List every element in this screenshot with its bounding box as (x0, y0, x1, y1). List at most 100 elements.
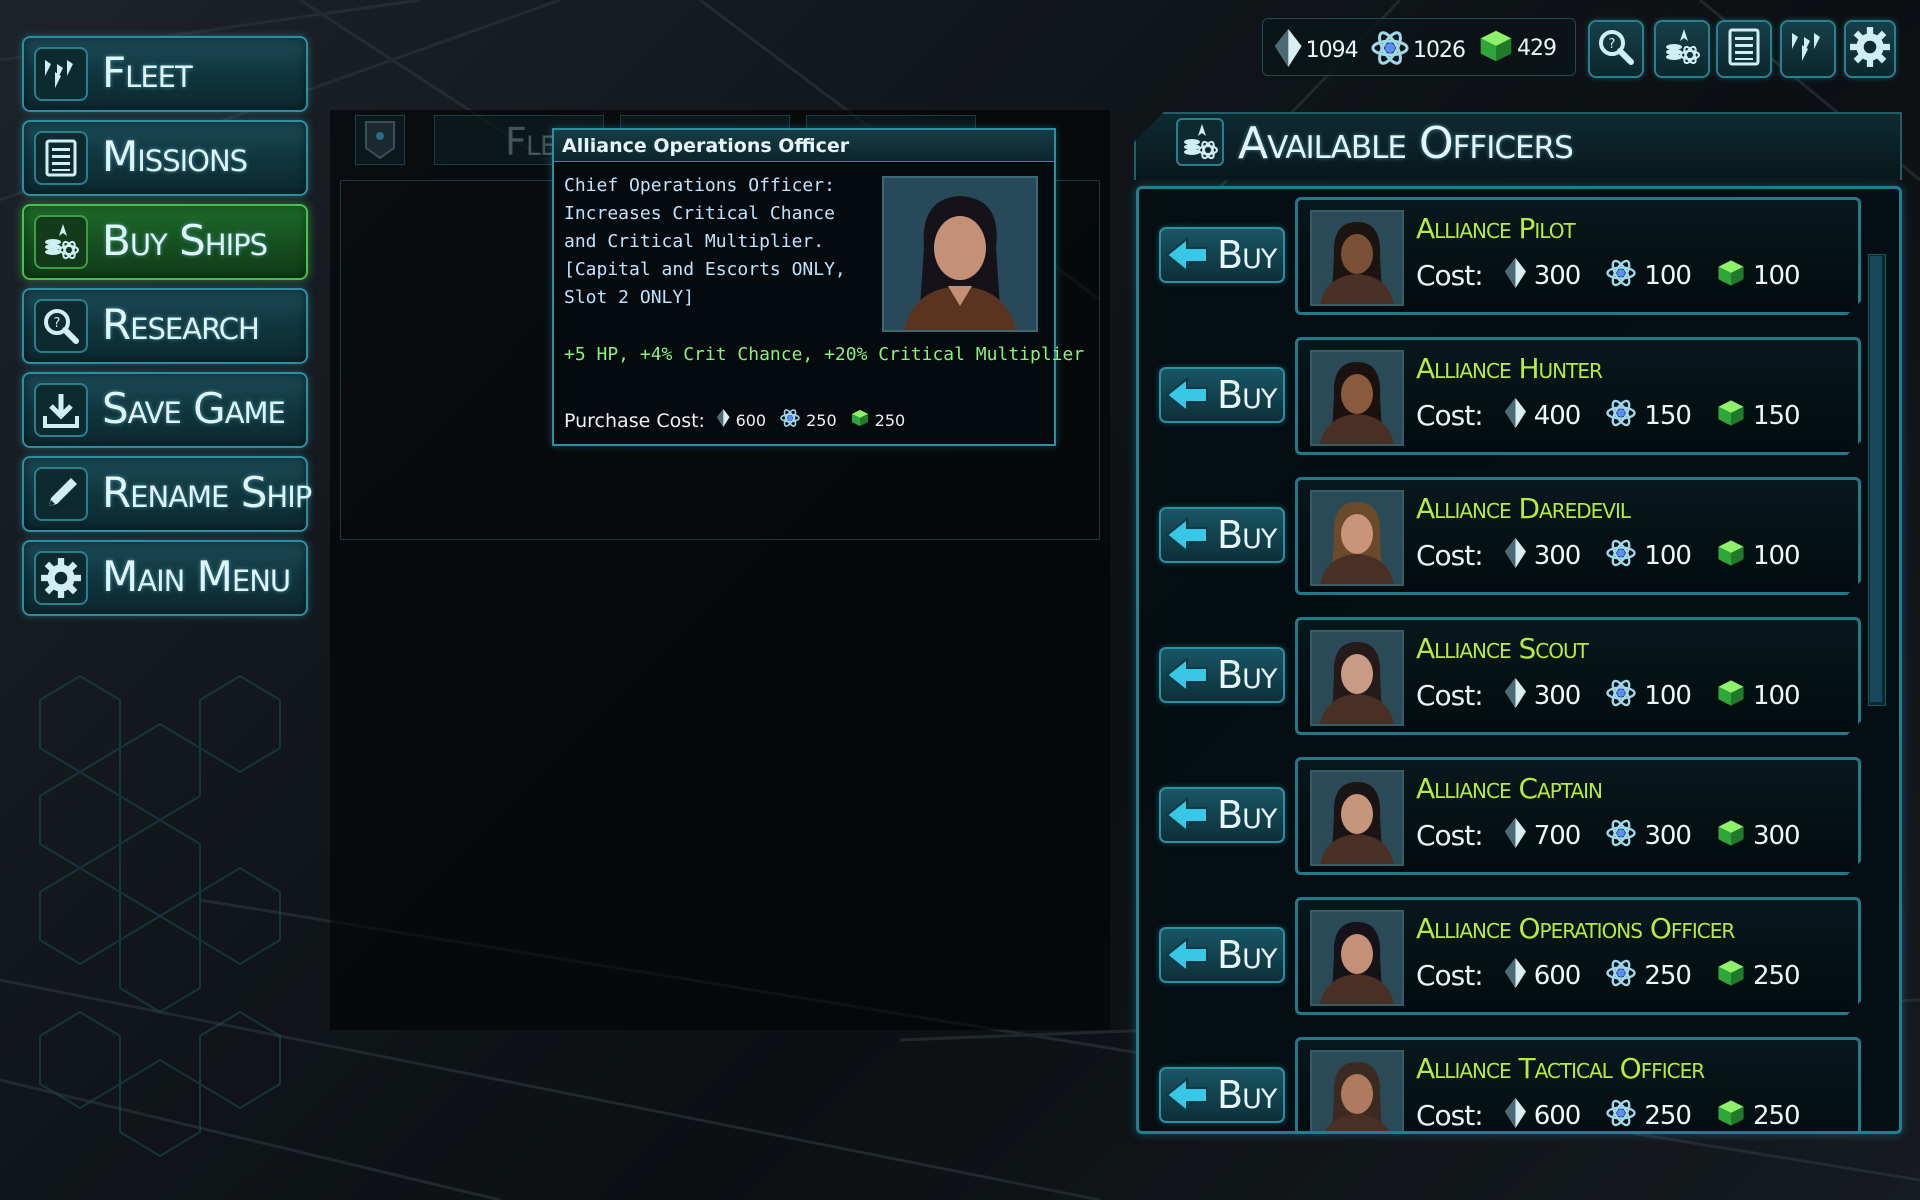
crystal-icon (1505, 538, 1526, 573)
officer-name: Alliance Scout (1416, 632, 1588, 665)
menu-button-label: Buy Ships (102, 216, 268, 265)
cube-icon (1717, 819, 1745, 852)
fleet-icon (1788, 27, 1828, 72)
officers-list: Buy Alliance Pilot Cost: 300 100 100 Buy Allian… (1136, 186, 1902, 1134)
arrow-left-icon (1165, 655, 1209, 695)
officer-card[interactable]: Alliance Captain Cost: 700 300 300 (1295, 757, 1861, 875)
cost-atom: 150 (1644, 400, 1691, 431)
cube-count: 429 (1517, 36, 1557, 61)
tooltip-bonus-stats: +5 HP, +4% Crit Chance, +20% Critical Mu… (564, 344, 1085, 365)
gear-icon (1849, 26, 1891, 73)
cost-label: Cost: (1416, 959, 1483, 992)
buy-button-label: Buy (1217, 653, 1277, 697)
cost-atom: 250 (1644, 1100, 1691, 1131)
officer-cost: Cost: 300 100 100 (1416, 538, 1826, 573)
crystal-icon (1505, 1098, 1526, 1133)
fleet-icon (34, 47, 88, 101)
officer-card[interactable]: Alliance Pilot Cost: 300 100 100 (1295, 197, 1861, 315)
cost-crystal: 700 (1533, 820, 1581, 851)
top-button-fleet[interactable] (1780, 20, 1836, 78)
atom-icon (1606, 1098, 1636, 1133)
officer-card[interactable]: Alliance Operations Officer Cost: 600 250 25… (1295, 897, 1861, 1015)
arrow-left-icon (1165, 375, 1209, 415)
atom-icon (1606, 538, 1636, 573)
buy-button[interactable]: Buy (1159, 787, 1285, 843)
crystal-icon (1505, 678, 1526, 713)
cube-icon (1717, 259, 1745, 292)
cost-crystal: 600 (1533, 1100, 1581, 1131)
menu-button-main-menu[interactable]: Main Menu (22, 540, 308, 616)
buy-button[interactable]: Buy (1159, 227, 1285, 283)
officer-cost: Cost: 300 100 100 (1416, 258, 1826, 293)
cost-cube: 300 (1752, 820, 1800, 851)
buy-button[interactable]: Buy (1159, 1067, 1285, 1123)
officer-portrait (1310, 210, 1404, 306)
crystal-icon (1505, 818, 1526, 853)
buy-button[interactable]: Buy (1159, 927, 1285, 983)
menu-button-research[interactable]: ? Research (22, 288, 308, 364)
officer-card[interactable]: Alliance Scout Cost: 300 100 100 (1295, 617, 1861, 735)
cost-atom: 300 (1644, 820, 1691, 851)
officer-card[interactable]: Alliance Hunter Cost: 400 150 150 (1295, 337, 1861, 455)
cost-atom: 100 (1644, 260, 1691, 291)
top-button-research[interactable]: ? (1588, 20, 1644, 78)
menu-button-rename-ship[interactable]: Rename Ship (22, 456, 312, 532)
officer-portrait (1310, 1050, 1404, 1134)
top-button-list[interactable] (1716, 20, 1772, 78)
officer-row: Buy Alliance Tactical Officer Cost: 600 250 2… (1139, 1037, 1902, 1134)
atom-icon (780, 408, 800, 433)
arrow-left-icon (1165, 1075, 1209, 1115)
buy-ships-icon (1176, 118, 1224, 166)
buy-button-label: Buy (1217, 513, 1277, 557)
list-icon (1724, 27, 1764, 72)
top-button-buy-ships[interactable] (1654, 20, 1710, 78)
arrow-left-icon (1165, 795, 1209, 835)
buy-button[interactable]: Buy (1159, 647, 1285, 703)
atom-icon (1606, 258, 1636, 293)
cost-label: Cost: (1416, 259, 1483, 292)
menu-button-label: Research (102, 300, 260, 349)
buy-button-label: Buy (1217, 933, 1277, 977)
atom-resource: 1026 (1371, 29, 1466, 72)
cube-icon (1479, 29, 1513, 68)
resources-bar: 1094 1026 429 (1262, 18, 1576, 76)
officer-tooltip: Alliance Operations Officer Chief Operat… (552, 128, 1084, 446)
scrollbar-thumb[interactable] (1870, 256, 1882, 702)
buy-button[interactable]: Buy (1159, 367, 1285, 423)
officer-card[interactable]: Alliance Daredevil Cost: 300 100 100 (1295, 477, 1861, 595)
officer-cost: Cost: 300 100 100 (1416, 678, 1826, 713)
cost-cube: 100 (1752, 260, 1800, 291)
buy-button[interactable]: Buy (1159, 507, 1285, 563)
atom-icon (1606, 398, 1636, 433)
menu-button-fleet[interactable]: Fleet (22, 36, 308, 112)
officer-portrait (1310, 910, 1404, 1006)
cube-icon (851, 409, 869, 432)
arrow-left-icon (1165, 515, 1209, 555)
faction-badge (355, 115, 405, 165)
arrow-left-icon (1165, 935, 1209, 975)
officer-card[interactable]: Alliance Tactical Officer Cost: 600 250 250 (1295, 1037, 1861, 1134)
download-icon (34, 383, 88, 437)
top-button-gear[interactable] (1844, 20, 1896, 78)
atom-icon (1606, 678, 1636, 713)
menu-button-label: Fleet (102, 48, 193, 97)
menu-button-buy-ships[interactable]: Buy Ships (22, 204, 308, 280)
officer-portrait (1310, 350, 1404, 446)
officer-row: Buy Alliance Scout Cost: 300 100 100 (1139, 617, 1902, 737)
crystal-resource: 1094 (1275, 29, 1359, 72)
tooltip-cost-crystal: 600 (735, 411, 767, 430)
research-icon: ? (34, 299, 88, 353)
research-icon: ? (1596, 27, 1636, 72)
cost-cube: 250 (1752, 1100, 1800, 1131)
cost-label: Cost: (1416, 679, 1483, 712)
cost-cube: 250 (1752, 960, 1800, 991)
officer-name: Alliance Pilot (1416, 212, 1575, 245)
officer-cost: Cost: 600 250 250 (1416, 958, 1826, 993)
svg-text:?: ? (1609, 37, 1616, 52)
menu-button-missions[interactable]: Missions (22, 120, 308, 196)
officer-row: Buy Alliance Operations Officer Cost: 600 25… (1139, 897, 1902, 1017)
cost-atom: 100 (1644, 540, 1691, 571)
crystal-icon (1505, 258, 1526, 293)
menu-button-save-game[interactable]: Save Game (22, 372, 308, 448)
cost-label: Cost: (1416, 819, 1483, 852)
